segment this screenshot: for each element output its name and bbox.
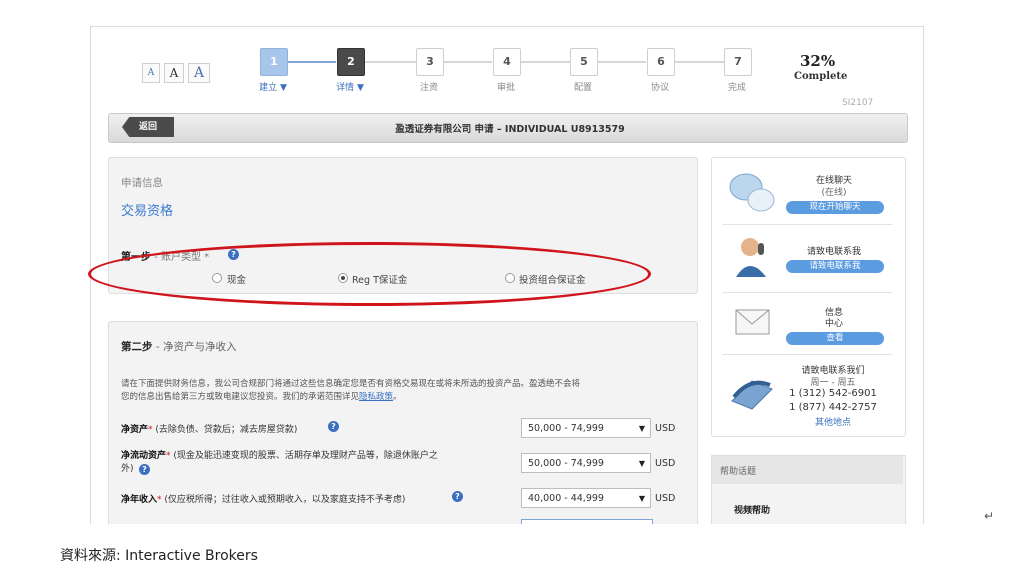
step-2-label[interactable]: 详情 ▼ [320, 80, 380, 93]
financial-info-description: 请在下面提供财务信息，我公司合规部门将通过这些信息确定您是否有资格交易现在或将未… [121, 378, 691, 404]
net-worth-unit: USD [655, 423, 676, 434]
step-connector [444, 61, 492, 63]
step-5-label: 配置 [573, 83, 592, 93]
step-6-label: 协议 [650, 83, 669, 93]
live-chat-status: (在线) [821, 188, 847, 198]
description-line-1: 请在下面提供财务信息，我公司合规部门将通过这些信息确定您是否有资格交易现在或将未… [121, 379, 581, 389]
annual-income-value: 40,000 - 44,999 [528, 493, 604, 504]
sidebar-divider [722, 224, 892, 225]
step-connector [520, 61, 570, 63]
privacy-policy-link[interactable]: 隐私政策 [359, 392, 393, 402]
annual-income-note: (仅应税所得；过往收入或预期收入，以及家庭支持不予考虑) [164, 495, 406, 505]
annual-income-title: 净年收入 [121, 495, 158, 505]
telephone-icon [731, 380, 773, 410]
step-7-label: 完成 [727, 83, 746, 93]
step-two-title: 第二步 - 净资产与净收入 [121, 339, 236, 354]
step-5-box: 5 [570, 48, 598, 76]
liquid-net-worth-value: 50,000 - 74,999 [528, 458, 604, 469]
liquid-net-worth-label: 净流动资产* (现金及能迅速变现的股票、活期存单及理财产品等，除退休账户之 外) [121, 451, 438, 474]
net-worth-select[interactable]: 50,000 - 74,999 ▼ [521, 418, 651, 438]
sidebar-divider [722, 292, 892, 293]
chevron-down-icon: ▼ [638, 424, 645, 433]
help-icon[interactable]: ? [328, 421, 339, 432]
step-two-sub: - 净资产与净收入 [155, 341, 237, 353]
envelope-icon [735, 309, 770, 335]
view-messages-button[interactable]: 查看 [786, 332, 884, 345]
step-two-label: 第二步 [121, 341, 153, 353]
phone-number-1: 1 (312) 542-6901 [789, 388, 877, 399]
help-icon[interactable]: ? [139, 464, 150, 475]
net-worth-note: (去除负债、贷款后；减去房屋贷款) [155, 425, 298, 435]
liquid-net-worth-note-2: 外) [121, 464, 134, 474]
liquid-net-worth-title: 净流动资产 [121, 451, 167, 461]
application-info-label: 申请信息 [121, 177, 163, 189]
annual-income-select[interactable]: 40,000 - 44,999 ▼ [521, 488, 651, 508]
net-worth-title: 净资产 [121, 425, 149, 435]
back-button[interactable]: 返回 [122, 117, 174, 137]
sidebar-divider [722, 354, 892, 355]
start-chat-button[interactable]: 现在开始聊天 [786, 201, 884, 214]
step-3-box: 3 [416, 48, 444, 76]
step-4-box: 4 [493, 48, 521, 76]
font-size-small-button[interactable]: A [142, 63, 160, 83]
trading-eligibility-heading: 交易资格 [121, 204, 174, 219]
help-topics-heading: 帮助话题 [720, 467, 757, 477]
progress-label: Complete [794, 71, 848, 82]
support-agent-icon [736, 238, 766, 277]
description-line-2: 您的信息出售给第三方或致电建议您投资。我们的承诺范围详见隐私政策。 [121, 391, 691, 404]
font-size-large-button[interactable]: A [188, 63, 210, 83]
progress-percent: 32% [800, 52, 836, 70]
video-help-link[interactable]: 视频帮助 [734, 503, 770, 516]
phone-number-2: 1 (877) 442-2757 [789, 402, 877, 413]
font-size-medium-button[interactable]: A [164, 63, 184, 83]
step-6-box: 6 [647, 48, 675, 76]
step-2-box[interactable]: 2 [337, 48, 365, 76]
highlight-ellipse [88, 242, 651, 306]
contact-hours: 周一 - 周五 [810, 378, 856, 388]
request-callback-button[interactable]: 请致电联系我 [786, 260, 884, 273]
step-1-box[interactable]: 1 [260, 48, 288, 76]
step-connector [364, 61, 416, 63]
step-connector [674, 61, 724, 63]
message-center-title-2: 中心 [824, 319, 843, 329]
step-connector [286, 61, 336, 63]
return-mark: ↵ [984, 509, 995, 523]
liquid-net-worth-note: (现金及能迅速变现的股票、活期存单及理财产品等，除退休账户之 [173, 451, 438, 461]
callback-title: 请致电联系我 [806, 247, 861, 257]
description-end: 。 [393, 392, 402, 402]
step-1-label[interactable]: 建立 ▼ [243, 80, 303, 93]
chevron-down-icon: ▼ [638, 459, 645, 468]
annual-income-unit: USD [655, 493, 676, 504]
step-connector [598, 61, 646, 63]
help-icon[interactable]: ? [452, 491, 463, 502]
chat-bubbles-icon [729, 173, 775, 212]
page-title: 盈透证券有限公司 申请 – INDIVIDUAL U8913579 [395, 124, 625, 135]
liquid-net-worth-unit: USD [655, 458, 676, 469]
description-text: 您的信息出售给第三方或致电建议您投资。我们的承诺范围详见 [121, 392, 360, 402]
step-3-label: 注资 [419, 83, 438, 93]
chevron-down-icon: ▼ [638, 494, 645, 503]
step-7-box: 7 [724, 48, 752, 76]
source-caption: 資料來源: Interactive Brokers [60, 548, 258, 564]
annual-income-label: 净年收入* (仅应税所得；过往收入或预期收入，以及家庭支持不予考虑) [121, 495, 406, 505]
net-worth-label: 净资产* (去除负债、贷款后；减去房屋贷款) [121, 425, 298, 435]
step-4-label: 审批 [496, 83, 515, 93]
other-locations-link[interactable]: 其他地点 [778, 415, 888, 428]
page-code: SI2107 [842, 98, 874, 108]
net-worth-value: 50,000 - 74,999 [528, 423, 604, 434]
liquid-net-worth-select[interactable]: 50,000 - 74,999 ▼ [521, 453, 651, 473]
